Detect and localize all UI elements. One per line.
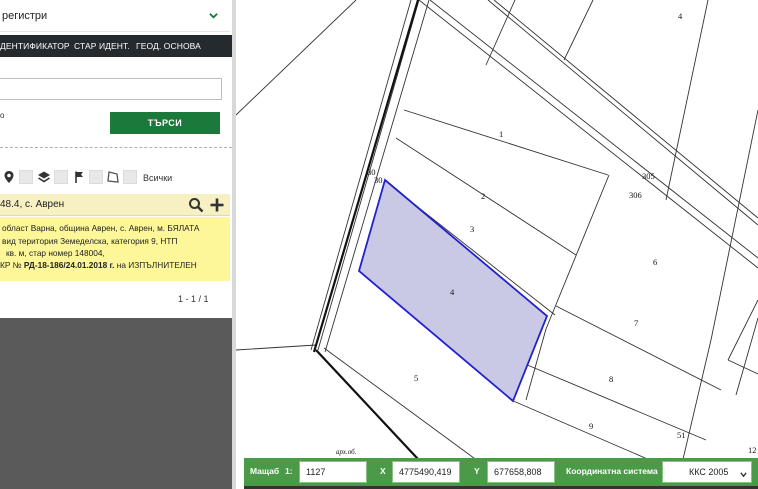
result-line-3: кв. м, стар номер 148004, xyxy=(6,248,105,258)
map-canvas: 4 1 2 3 4 5 6 7 8 9 30 30 305 306 51 12 … xyxy=(236,0,758,489)
x-label: X xyxy=(380,466,386,476)
registry-select[interactable]: регистри xyxy=(0,2,230,32)
search-input[interactable] xyxy=(0,78,222,100)
parcel-label: 30 xyxy=(374,175,383,185)
coordinate-system-label: Координатна система xyxy=(566,466,658,476)
search-button[interactable]: ТЪРСИ xyxy=(110,112,220,134)
pager: 1 - 1 / 1 xyxy=(178,294,209,304)
polygon-icon[interactable] xyxy=(106,170,120,184)
result-header[interactable]: 48.4, с. Аврен xyxy=(0,194,230,216)
parcel-label: 9 xyxy=(589,421,593,431)
tab-old-identifier[interactable]: СТАР ИДЕНТ. xyxy=(74,41,130,51)
y-label: Y xyxy=(474,466,480,476)
coordinates-bar: Мащаб 1: X Y Координатна система ККС 200… xyxy=(244,458,758,486)
registry-select-value: регистри xyxy=(2,10,48,22)
filter-checkbox-layers[interactable] xyxy=(54,170,68,184)
zoom-search-icon[interactable] xyxy=(188,197,204,213)
coordinate-system-value: ККС 2005 xyxy=(689,467,729,477)
parcel-label: 5 xyxy=(414,373,418,383)
map-annotation: арх.об. xyxy=(336,448,357,456)
parcel-label: 8 xyxy=(609,374,613,384)
map-pin-icon[interactable] xyxy=(2,170,16,184)
result-title: 48.4, с. Аврен xyxy=(0,199,65,210)
filter-checkbox-polygon[interactable] xyxy=(123,170,137,184)
parcel-label: 3 xyxy=(470,224,474,234)
parcel-label: 306 xyxy=(629,190,642,200)
parcel-label: 305 xyxy=(642,171,655,181)
filter-checkbox-flag[interactable] xyxy=(89,170,103,184)
result-line-4-suffix: на ИЗПЪЛНИТЕЛЕН xyxy=(114,260,197,270)
result-order-number: РД-18-186/24.01.2018 г. xyxy=(23,260,115,270)
filter-all-label[interactable]: Всички xyxy=(143,173,172,183)
divider xyxy=(0,147,232,148)
scale-prefix: 1: xyxy=(285,466,293,476)
parcel-label: 4 xyxy=(678,11,683,21)
chevron-down-icon xyxy=(209,13,218,19)
parcel-label: 7 xyxy=(634,318,638,328)
layers-icon[interactable] xyxy=(37,170,51,184)
parcel-boundaries xyxy=(236,0,758,489)
flag-icon[interactable] xyxy=(72,170,86,184)
parcel-label: 6 xyxy=(653,257,657,267)
parcel-label: 51 xyxy=(677,430,686,440)
scale-label: Мащаб xyxy=(250,466,280,476)
chevron-down-icon xyxy=(740,472,747,478)
y-coordinate-input[interactable] xyxy=(487,461,555,483)
parcel-label: 12 xyxy=(748,445,757,455)
side-panel: регистри ДЕНТИФИКАТОР СТАР ИДЕНТ. ГЕОД. … xyxy=(0,0,232,489)
filter-row: Всички xyxy=(0,168,232,188)
coordinate-system-select[interactable]: ККС 2005 xyxy=(662,461,752,483)
result-line-4-prefix: КР № xyxy=(0,260,24,270)
search-hint: о xyxy=(0,111,5,120)
tab-geodetic-base[interactable]: ГЕОД. ОСНОВА xyxy=(136,41,201,51)
x-coordinate-input[interactable] xyxy=(392,461,460,483)
result-line-1: област Варна, община Аврен, с. Аврен, м.… xyxy=(2,223,200,233)
result-line-4: КР № РД-18-186/24.01.2018 г. на ИЗПЪЛНИТ… xyxy=(0,260,197,270)
search-tabs: ДЕНТИФИКАТОР СТАР ИДЕНТ. ГЕОД. ОСНОВА xyxy=(0,35,232,57)
tab-identifier[interactable]: ДЕНТИФИКАТОР xyxy=(0,41,70,51)
scale-input[interactable] xyxy=(299,461,367,483)
filter-checkbox-pin[interactable] xyxy=(19,170,33,184)
parcel-label: 2 xyxy=(481,191,485,201)
result-line-2: вид територия Земеделска, категория 9, Н… xyxy=(2,236,178,246)
add-icon[interactable] xyxy=(209,197,225,213)
app-root: регистри ДЕНТИФИКАТОР СТАР ИДЕНТ. ГЕОД. … xyxy=(0,0,758,489)
parcel-label: 1 xyxy=(499,129,503,139)
result-details: област Варна, община Аврен, с. Аврен, м.… xyxy=(0,217,230,281)
cadastral-map[interactable]: 4 1 2 3 4 5 6 7 8 9 30 30 305 306 51 12 … xyxy=(236,0,758,489)
